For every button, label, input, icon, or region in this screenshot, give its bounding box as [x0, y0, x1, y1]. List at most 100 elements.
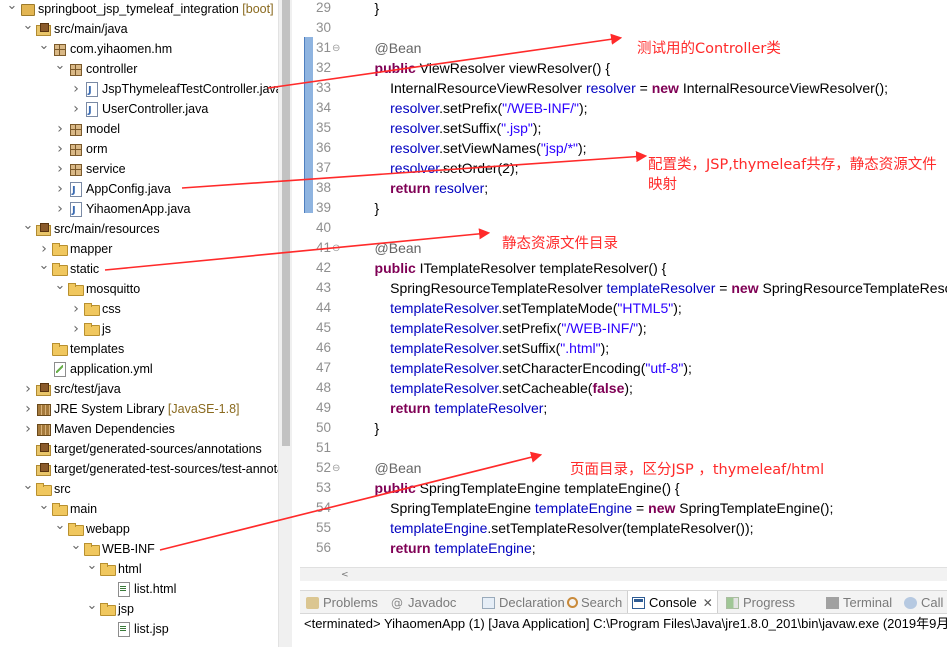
code-line[interactable]: 40 [300, 218, 947, 238]
tree-item[interactable]: ⌄ controller [0, 59, 278, 79]
fold-collapse-icon[interactable]: ⊖ [332, 39, 340, 59]
tree-item[interactable]: › JspThymeleafTestController.java [0, 79, 278, 101]
chevron-down-icon[interactable]: ⌄ [38, 259, 50, 279]
code-line[interactable]: 55 templateEngine.setTemplateResolver(te… [300, 518, 947, 538]
chevron-right-icon[interactable]: › [54, 139, 66, 159]
tree-item[interactable]: ⌄ src/main/java [0, 19, 278, 39]
tab-console[interactable]: Console ✕ [627, 591, 718, 613]
chevron-down-icon[interactable]: ⌄ [86, 599, 98, 619]
chevron-down-icon[interactable]: ⌄ [54, 59, 66, 79]
tab-terminal[interactable]: Terminal [824, 591, 894, 613]
chevron-down-icon[interactable]: ⌄ [54, 279, 66, 299]
close-icon[interactable]: ✕ [703, 596, 713, 610]
fold-collapse-icon[interactable]: ⊖ [332, 459, 340, 479]
tree-item[interactable]: ⌄ jsp [0, 599, 278, 619]
tree-item[interactable]: ⌄ static [0, 259, 278, 279]
scroll-left-icon[interactable]: < [341, 568, 349, 582]
tab-call-hierarchy[interactable]: Call Hierarchy [902, 591, 947, 613]
code-line[interactable]: 33 InternalResourceViewResolver resolver… [300, 78, 947, 98]
chevron-right-icon[interactable]: › [70, 99, 82, 119]
editor-horizontal-scrollbar[interactable]: < [300, 567, 947, 581]
chevron-down-icon[interactable]: ⌄ [70, 539, 82, 559]
code-line[interactable]: 43 SpringResourceTemplateResolver templa… [300, 278, 947, 298]
chevron-right-icon[interactable]: › [54, 179, 66, 199]
tree-item[interactable]: › YihaomenApp.java [0, 199, 278, 221]
tree-item[interactable]: ⌄ src/main/resources [0, 219, 278, 239]
tree-item[interactable]: ⌄ webapp [0, 519, 278, 539]
code-line[interactable]: 48 templateResolver.setCacheable(false); [300, 378, 947, 398]
chevron-down-icon[interactable]: ⌄ [38, 39, 50, 59]
code-line[interactable]: 47 templateResolver.setCharacterEncoding… [300, 358, 947, 378]
code-line[interactable]: 45 templateResolver.setPrefix("/WEB-INF/… [300, 318, 947, 338]
chevron-right-icon[interactable]: › [54, 199, 66, 219]
code-token: templateResolver [359, 360, 499, 376]
chevron-down-icon[interactable]: ⌄ [54, 519, 66, 539]
code-line[interactable]: 50 } [300, 418, 947, 438]
code-line[interactable]: 35 resolver.setSuffix(".jsp"); [300, 118, 947, 138]
tree-item[interactable]: › src/test/java [0, 379, 278, 399]
tree-item[interactable]: ⌄ main [0, 499, 278, 519]
code-line[interactable]: 44 templateResolver.setTemplateMode("HTM… [300, 298, 947, 318]
code-line[interactable]: 46 templateResolver.setSuffix(".html"); [300, 338, 947, 358]
tree-item[interactable]: › Maven Dependencies [0, 419, 278, 439]
chevron-right-icon[interactable]: › [70, 79, 82, 99]
tab-progress[interactable]: Progress [724, 591, 797, 613]
chevron-down-icon[interactable]: ⌄ [6, 0, 18, 19]
tab-search[interactable]: Search [562, 591, 624, 613]
tree-item[interactable]: › css [0, 299, 278, 319]
tree-item[interactable]: › orm [0, 139, 278, 159]
tree-item[interactable]: › UserController.java [0, 99, 278, 121]
chevron-down-icon[interactable]: ⌄ [22, 219, 34, 239]
tree-item[interactable]: ⌄ html [0, 559, 278, 579]
tab-declaration[interactable]: Declaration [480, 591, 567, 613]
tree-item[interactable]: ⌄ mosquitto [0, 279, 278, 299]
code-line[interactable]: 29 } [300, 0, 947, 18]
code-line[interactable]: 49 return templateResolver; [300, 398, 947, 418]
chevron-down-icon[interactable]: ⌄ [22, 19, 34, 39]
code-line[interactable]: 31 ⊖ @Bean [300, 38, 947, 58]
tree-item[interactable]: ⌄ WEB-INF [0, 539, 278, 559]
tree-item[interactable]: ⌄ springboot_jsp_tymeleaf_integration [bo… [0, 0, 278, 19]
tree-item[interactable]: ⌄ com.yihaomen.hm [0, 39, 278, 59]
chevron-right-icon[interactable]: › [70, 299, 82, 319]
code-line[interactable]: 41 ⊖ @Bean [300, 238, 947, 258]
code-line[interactable]: 42 public ITemplateResolver templateReso… [300, 258, 947, 278]
tree-item[interactable]: target/generated-test-sources/test-annot… [0, 459, 278, 479]
fold-collapse-icon[interactable]: ⊖ [332, 239, 340, 259]
chevron-right-icon[interactable]: › [38, 239, 50, 259]
chevron-right-icon[interactable]: › [54, 159, 66, 179]
chevron-right-icon[interactable]: › [22, 399, 34, 419]
tree-item[interactable]: › AppConfig.java [0, 179, 278, 201]
chevron-down-icon[interactable]: ⌄ [86, 559, 98, 579]
code-line[interactable]: 51 [300, 438, 947, 458]
tab-javadoc[interactable]: Javadoc [389, 591, 458, 613]
chevron-right-icon[interactable]: › [22, 379, 34, 399]
tree-item[interactable]: list.html [0, 579, 278, 599]
tree-item[interactable]: target/generated-sources/annotations [0, 439, 278, 459]
explorer-scrollbar[interactable] [278, 0, 292, 647]
explorer-scrollbar-thumb[interactable] [282, 0, 290, 446]
chevron-right-icon[interactable]: › [70, 319, 82, 339]
tree-item[interactable]: application.yml [0, 359, 278, 379]
tree-item[interactable]: ⌄ src [0, 479, 278, 499]
code-line[interactable]: 56 return templateEngine; [300, 538, 947, 558]
code-line[interactable]: 32 public ViewResolver viewResolver() { [300, 58, 947, 78]
tab-problems[interactable]: Problems [304, 591, 380, 613]
code-line[interactable]: 34 resolver.setPrefix("/WEB-INF/"); [300, 98, 947, 118]
code-line[interactable]: 30 [300, 18, 947, 38]
chevron-down-icon[interactable]: ⌄ [22, 479, 34, 499]
code-line[interactable]: 39 } [300, 198, 947, 218]
tree-item[interactable]: list.jsp [0, 619, 278, 639]
tree-item[interactable]: › js [0, 319, 278, 339]
tree-item[interactable]: › JRE System Library [JavaSE-1.8] [0, 399, 278, 419]
chevron-down-icon[interactable]: ⌄ [38, 499, 50, 519]
code-line[interactable]: 54 SpringTemplateEngine templateEngine =… [300, 498, 947, 518]
chevron-right-icon[interactable]: › [22, 419, 34, 439]
chevron-right-icon[interactable]: › [54, 119, 66, 139]
tree-item[interactable]: › mapper [0, 239, 278, 259]
tree-item[interactable]: › model [0, 119, 278, 139]
code-editor[interactable]: 29 } 30 31 ⊖ @Bean 32 public ViewResolver vi… [300, 0, 947, 585]
tree-item[interactable]: templates [0, 339, 278, 359]
code-line[interactable]: 53 public SpringTemplateEngine templateE… [300, 478, 947, 498]
tree-item[interactable]: › service [0, 159, 278, 179]
